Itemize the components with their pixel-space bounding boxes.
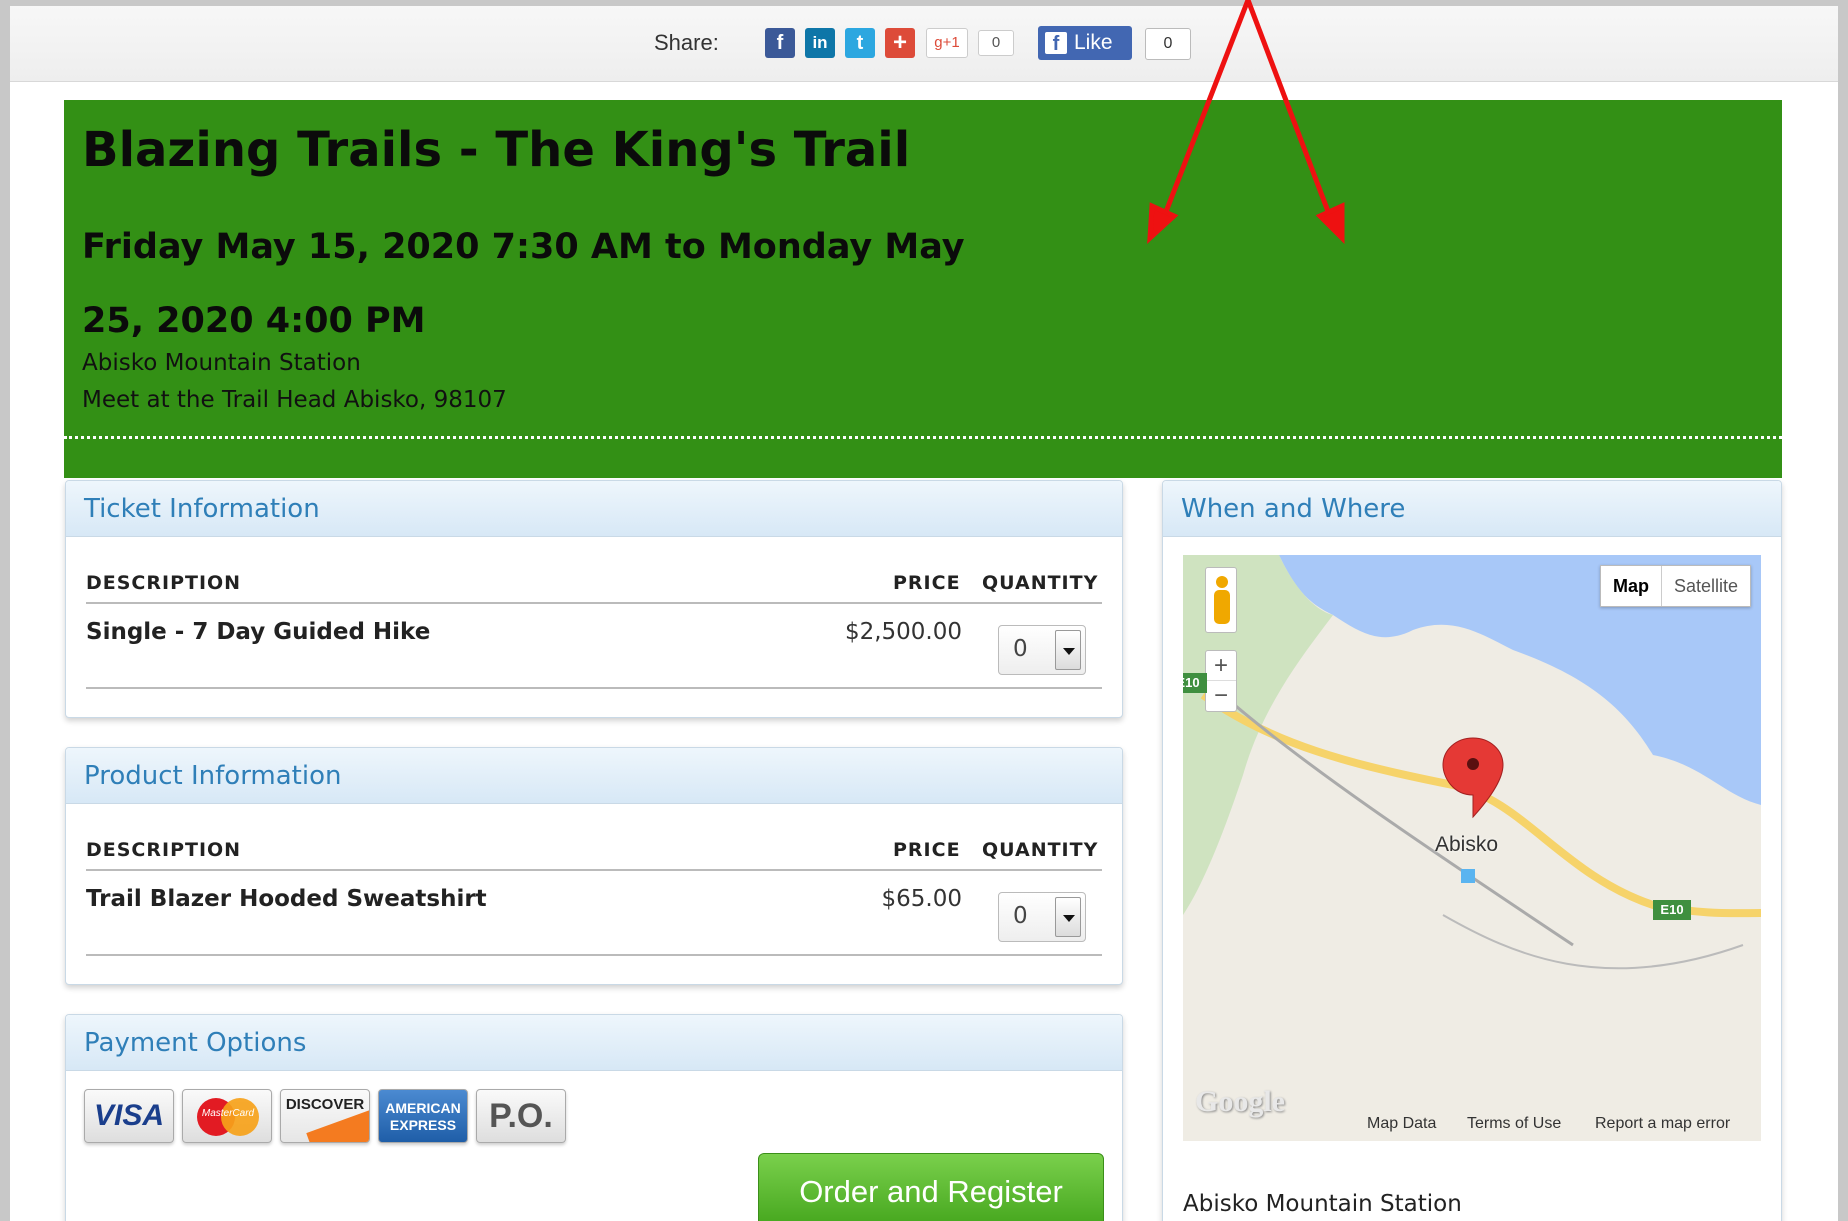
event-venue: Abisko Mountain Station [82,350,361,376]
product-information-panel: Product Information DESCRIPTION PRICE QU… [65,747,1123,985]
discover-text: DISCOVER [285,1096,365,1113]
discover-stripe [306,1109,369,1142]
event-address: Meet at the Trail Head Abisko, 98107 [82,387,507,413]
arrow-right [1245,0,1335,223]
product-quantity-value: 0 [1013,903,1028,929]
terms-of-use-link[interactable]: Terms of Use [1467,1115,1561,1133]
amex-card-icon: AMERICAN EXPRESS [378,1089,468,1143]
purchase-order-icon: P.O. [476,1089,566,1143]
when-and-where-panel: When and Where + − Map Satellite Abisko E… [1162,480,1782,1221]
map-path [1442,914,1744,970]
product-quantity-select[interactable]: 0 [998,892,1086,942]
when-panel-title: When and Where [1163,481,1781,537]
discover-card-icon: DISCOVER [280,1089,370,1143]
payment-panel-title: Payment Options [66,1015,1122,1071]
product-panel-title: Product Information [66,748,1122,804]
when-venue-name: Abisko Mountain Station [1183,1191,1462,1217]
product-name: Trail Blazer Hooded Sweatshirt [86,886,487,912]
mastercard-text: MasterCard [201,1108,255,1119]
mastercard-card-icon: MasterCard [182,1089,272,1143]
zoom-out-button[interactable]: − [1206,681,1236,711]
bus-stop-icon [1461,869,1475,883]
table-rule [86,954,1102,956]
ticket-quantity-value: 0 [1013,636,1028,662]
map-data-link[interactable]: Map Data [1367,1115,1436,1133]
annotation-arrows [1147,0,1345,245]
product-header-description: DESCRIPTION [86,839,242,861]
table-rule [86,869,1102,871]
ticket-header-description: DESCRIPTION [86,572,242,594]
map-pin-center [1467,758,1479,770]
ticket-quantity-select[interactable]: 0 [998,625,1086,675]
map-place-label: Abisko [1435,833,1499,856]
zoom-control: + − [1205,650,1237,712]
ticket-information-panel: Ticket Information DESCRIPTION PRICE QUA… [65,480,1123,718]
street-view-pegman-icon[interactable] [1205,567,1237,633]
product-price: $65.00 [881,886,962,912]
map-type-satellite-button[interactable]: Satellite [1662,566,1750,606]
table-rule [86,602,1102,604]
ticket-header-quantity: QUANTITY [982,572,1099,594]
ticket-panel-title: Ticket Information [66,481,1122,537]
product-header-price: PRICE [893,839,961,861]
ticket-header-price: PRICE [893,572,961,594]
product-header-quantity: QUANTITY [982,839,1099,861]
order-and-register-button[interactable]: Order and Register [758,1153,1104,1221]
arrowhead-left [1147,202,1179,245]
road-shield-e10: E10 [1183,673,1207,693]
road-shield-e10: E10 [1653,900,1691,920]
chevron-down-icon[interactable] [1055,630,1081,670]
chevron-down-icon[interactable] [1055,897,1081,937]
arrowhead-right [1315,202,1345,245]
arrow-left [1159,0,1251,223]
map-type-control: Map Satellite [1599,565,1751,607]
ticket-name: Single - 7 Day Guided Hike [86,619,431,645]
table-rule [86,687,1102,689]
report-map-error-link[interactable]: Report a map error [1595,1115,1730,1133]
map-view[interactable]: + − MapSatellite Abisko E10 E10 Google M… [1183,555,1761,1141]
google-logo[interactable]: Google [1195,1085,1285,1119]
map-type-map-button[interactable]: Map [1601,566,1662,606]
visa-card-icon: VISA [84,1089,174,1143]
ticket-price: $2,500.00 [844,619,962,645]
zoom-in-button[interactable]: + [1206,651,1236,681]
banner-divider [64,436,1782,439]
